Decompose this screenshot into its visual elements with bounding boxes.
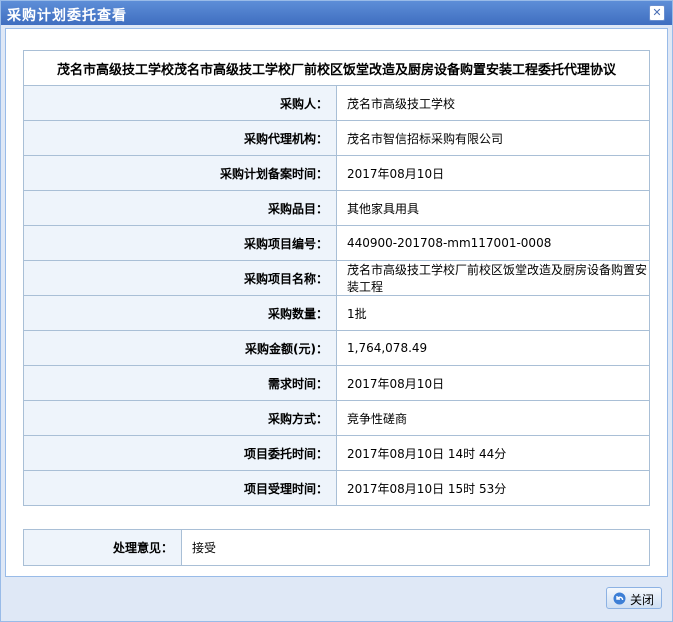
- opinion-table: 处理意见： 接受: [23, 529, 650, 566]
- close-icon[interactable]: ✕: [649, 5, 665, 21]
- table-row: 项目委托时间： 2017年08月10日 14时 44分: [23, 435, 650, 471]
- table-row: 采购代理机构： 茂名市智信招标采购有限公司: [23, 120, 650, 156]
- field-value: 2017年08月10日: [336, 155, 650, 191]
- table-row: 采购金额(元)： 1,764,078.49: [23, 330, 650, 366]
- field-value: 2017年08月10日 15时 53分: [336, 470, 650, 506]
- table-row: 采购数量： 1批: [23, 295, 650, 331]
- table-row: 项目受理时间： 2017年08月10日 15时 53分: [23, 470, 650, 506]
- dialog-window: 采购计划委托查看 ✕ 茂名市高级技工学校茂名市高级技工学校厂前校区饭堂改造及厨房…: [0, 0, 673, 622]
- table-row: 采购方式： 竞争性磋商: [23, 400, 650, 436]
- dialog-content: 茂名市高级技工学校茂名市高级技工学校厂前校区饭堂改造及厨房设备购置安装工程委托代…: [5, 28, 668, 577]
- field-label: 项目委托时间：: [23, 435, 337, 471]
- table-row: 采购项目编号： 440900-201708-mm117001-0008: [23, 225, 650, 261]
- field-value: 茂名市高级技工学校厂前校区饭堂改造及厨房设备购置安装工程: [336, 260, 650, 296]
- close-button[interactable]: 关闭: [606, 587, 662, 609]
- field-value: 1,764,078.49: [336, 330, 650, 366]
- field-label: 采购品目：: [23, 190, 337, 226]
- field-label: 采购项目编号：: [23, 225, 337, 261]
- field-value: 2017年08月10日 14时 44分: [336, 435, 650, 471]
- agreement-title: 茂名市高级技工学校茂名市高级技工学校厂前校区饭堂改造及厨房设备购置安装工程委托代…: [23, 50, 650, 86]
- dialog-title: 采购计划委托查看: [7, 8, 127, 24]
- table-header-row: 茂名市高级技工学校茂名市高级技工学校厂前校区饭堂改造及厨房设备购置安装工程委托代…: [23, 50, 650, 86]
- field-label: 采购数量：: [23, 295, 337, 331]
- field-value: 1批: [336, 295, 650, 331]
- undo-arrow-icon: [613, 592, 626, 605]
- field-label: 采购项目名称：: [23, 260, 337, 296]
- table-row: 需求时间： 2017年08月10日: [23, 365, 650, 401]
- field-value: 其他家具用具: [336, 190, 650, 226]
- dialog-footer: 关闭: [1, 579, 672, 621]
- table-row: 采购计划备案时间： 2017年08月10日: [23, 155, 650, 191]
- field-label: 采购人：: [23, 85, 337, 121]
- field-label: 采购代理机构：: [23, 120, 337, 156]
- field-value: 440900-201708-mm117001-0008: [336, 225, 650, 261]
- field-label: 采购方式：: [23, 400, 337, 436]
- close-button-label: 关闭: [630, 593, 655, 607]
- table-row: 采购人： 茂名市高级技工学校: [23, 85, 650, 121]
- opinion-label: 处理意见：: [23, 529, 182, 566]
- field-value: 2017年08月10日: [336, 365, 650, 401]
- opinion-row: 处理意见： 接受: [23, 529, 650, 566]
- table-row: 采购项目名称： 茂名市高级技工学校厂前校区饭堂改造及厨房设备购置安装工程: [23, 260, 650, 296]
- field-label: 采购金额(元)：: [23, 330, 337, 366]
- field-value: 茂名市智信招标采购有限公司: [336, 120, 650, 156]
- field-value: 茂名市高级技工学校: [336, 85, 650, 121]
- field-value: 竞争性磋商: [336, 400, 650, 436]
- field-label: 项目受理时间：: [23, 470, 337, 506]
- field-label: 需求时间：: [23, 365, 337, 401]
- details-table: 茂名市高级技工学校茂名市高级技工学校厂前校区饭堂改造及厨房设备购置安装工程委托代…: [23, 50, 650, 506]
- opinion-value: 接受: [181, 529, 650, 566]
- dialog-titlebar[interactable]: 采购计划委托查看 ✕: [1, 1, 672, 25]
- table-row: 采购品目： 其他家具用具: [23, 190, 650, 226]
- field-label: 采购计划备案时间：: [23, 155, 337, 191]
